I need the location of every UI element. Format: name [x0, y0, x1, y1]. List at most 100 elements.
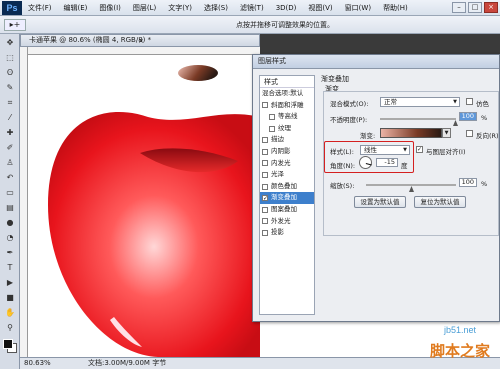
gradient-dropdown-icon[interactable]: ▼ [442, 128, 451, 138]
style-checkbox[interactable] [262, 171, 268, 178]
blend-options-item[interactable]: 混合选项:默认 [260, 88, 314, 100]
zoom-tool-icon[interactable]: ⚲ [3, 321, 17, 334]
style-item[interactable]: 内阴影 [260, 146, 314, 158]
document-size-readout: 文档:3.00M/9.00M 字节 [88, 359, 167, 367]
opacity-slider-thumb[interactable] [453, 120, 458, 126]
style-checkbox[interactable]: ✓ [262, 195, 268, 202]
make-default-button[interactable]: 设置为默认值 [354, 196, 406, 208]
gradient-tool-icon[interactable]: ▤ [3, 201, 17, 214]
dialog-title[interactable]: 图层样式 [253, 55, 499, 69]
style-item[interactable]: 斜面和浮雕 [260, 100, 314, 112]
opacity-input[interactable]: 100 [459, 112, 477, 121]
maximize-button[interactable]: □ [468, 2, 482, 13]
style-item[interactable]: ✓ 渐变叠加 [260, 192, 314, 204]
type-tool-icon[interactable]: T [3, 261, 17, 274]
style-checkbox[interactable] [269, 113, 275, 120]
menu-layer[interactable]: 图层(L) [127, 0, 162, 16]
style-item-label: 内阴影 [271, 146, 291, 155]
foreground-color-swatch[interactable] [3, 339, 13, 349]
menu-window[interactable]: 窗口(W) [339, 0, 377, 16]
menu-image[interactable]: 图像(I) [93, 0, 127, 16]
document-canvas[interactable] [28, 55, 260, 357]
style-item[interactable]: 颜色叠加 [260, 181, 314, 193]
stamp-tool-icon[interactable]: ♙ [3, 156, 17, 169]
menu-3d[interactable]: 3D(D) [270, 0, 303, 16]
pen-tool-icon[interactable]: ✒ [3, 246, 17, 259]
brush-tool-icon[interactable]: ✐ [3, 141, 17, 154]
dither-checkbox[interactable] [466, 98, 473, 105]
reverse-label: 反向(R) [476, 132, 499, 140]
eyedropper-tool-icon[interactable]: ⁄ [3, 111, 17, 124]
menu-file[interactable]: 文件(F) [22, 0, 58, 16]
style-checkbox[interactable] [262, 206, 268, 213]
layer-style-dialog: 图层样式 样式 混合选项:默认 斜面和浮雕 等高线 纹理 描边 内阴影内发光 光泽颜色叠加… [252, 54, 500, 322]
opacity-unit: % [481, 114, 488, 122]
reverse-checkbox[interactable] [466, 130, 473, 137]
style-checkbox[interactable] [262, 183, 268, 190]
zoom-readout[interactable]: 80.63% [24, 358, 51, 369]
gradient-preview[interactable] [380, 128, 442, 138]
eraser-tool-icon[interactable]: ▭ [3, 186, 17, 199]
move-tool-preset-icon[interactable]: ▸+ [4, 19, 26, 31]
document-tab-close-icon[interactable]: × [138, 36, 144, 47]
path-select-tool-icon[interactable]: ▶ [3, 276, 17, 289]
dodge-tool-icon[interactable]: ◔ [3, 231, 17, 244]
options-bar: ▸+ 点按并拖移可调整效果的位置。 [0, 16, 500, 34]
opacity-slider[interactable] [380, 118, 456, 120]
crop-tool-icon[interactable]: ⌗ [3, 96, 17, 109]
apple-body-shape [48, 111, 260, 357]
blend-mode-value: 正常 [384, 98, 397, 106]
style-item[interactable]: 纹理 [260, 123, 314, 135]
hand-tool-icon[interactable]: ✋ [3, 306, 17, 319]
style-item-label: 渐变叠加 [271, 193, 297, 202]
angle-dial-icon[interactable] [359, 156, 372, 169]
history-brush-icon[interactable]: ↶ [3, 171, 17, 184]
styles-header[interactable]: 样式 [260, 76, 314, 88]
style-item[interactable]: 光泽 [260, 169, 314, 181]
style-checkbox[interactable] [269, 125, 275, 132]
align-with-layer-checkbox[interactable]: ✓ [416, 146, 423, 153]
document-tab[interactable]: 卡通苹果 @ 80.6% (椭圆 4, RGB/8) * × [20, 34, 260, 47]
style-item[interactable]: 图案叠加 [260, 204, 314, 216]
angle-unit: 度 [401, 162, 408, 170]
blur-tool-icon[interactable]: ● [3, 216, 17, 229]
menu-select[interactable]: 选择(S) [198, 0, 234, 16]
style-item[interactable]: 投影 [260, 227, 314, 239]
style-item-label: 图案叠加 [271, 204, 297, 213]
lasso-tool-icon[interactable]: ʘ [3, 66, 17, 79]
move-tool-icon[interactable]: ✥ [3, 36, 17, 49]
scale-input[interactable]: 100 [459, 178, 477, 187]
quick-select-tool-icon[interactable]: ✎ [3, 81, 17, 94]
marquee-tool-icon[interactable]: ⬚ [3, 51, 17, 64]
style-item[interactable]: 描边 [260, 134, 314, 146]
style-checkbox[interactable] [262, 137, 268, 144]
healing-tool-icon[interactable]: ✚ [3, 126, 17, 139]
menu-type[interactable]: 文字(Y) [162, 0, 198, 16]
scale-unit: % [481, 180, 488, 188]
style-checkbox[interactable] [262, 102, 268, 109]
scale-slider-thumb[interactable] [409, 186, 414, 192]
style-checkbox[interactable] [262, 160, 268, 167]
style-item[interactable]: 外发光 [260, 216, 314, 228]
style-checkbox[interactable] [262, 218, 268, 225]
style-item-label: 外发光 [271, 216, 291, 225]
angle-input[interactable]: -15 [376, 158, 398, 167]
menu-view[interactable]: 视图(V) [302, 0, 338, 16]
menu-filter[interactable]: 滤镜(T) [234, 0, 270, 16]
ruler-vertical [20, 47, 28, 357]
style-item[interactable]: 内发光 [260, 158, 314, 170]
gradient-style-select[interactable]: 线性 [360, 145, 410, 155]
blend-mode-select[interactable]: 正常 [380, 97, 460, 107]
shape-tool-icon[interactable]: ■ [3, 291, 17, 304]
menu-edit[interactable]: 编辑(E) [58, 0, 94, 16]
style-checkbox[interactable] [262, 229, 268, 236]
style-item-label: 光泽 [271, 170, 284, 179]
apple-stem-shape [178, 65, 218, 81]
minimize-button[interactable]: – [452, 2, 466, 13]
menu-help[interactable]: 帮助(H) [377, 0, 414, 16]
style-checkbox[interactable] [262, 148, 268, 155]
style-item[interactable]: 等高线 [260, 111, 314, 123]
close-button[interactable]: × [484, 2, 498, 13]
reset-default-button[interactable]: 复位为默认值 [414, 196, 466, 208]
scale-slider[interactable] [366, 184, 456, 186]
